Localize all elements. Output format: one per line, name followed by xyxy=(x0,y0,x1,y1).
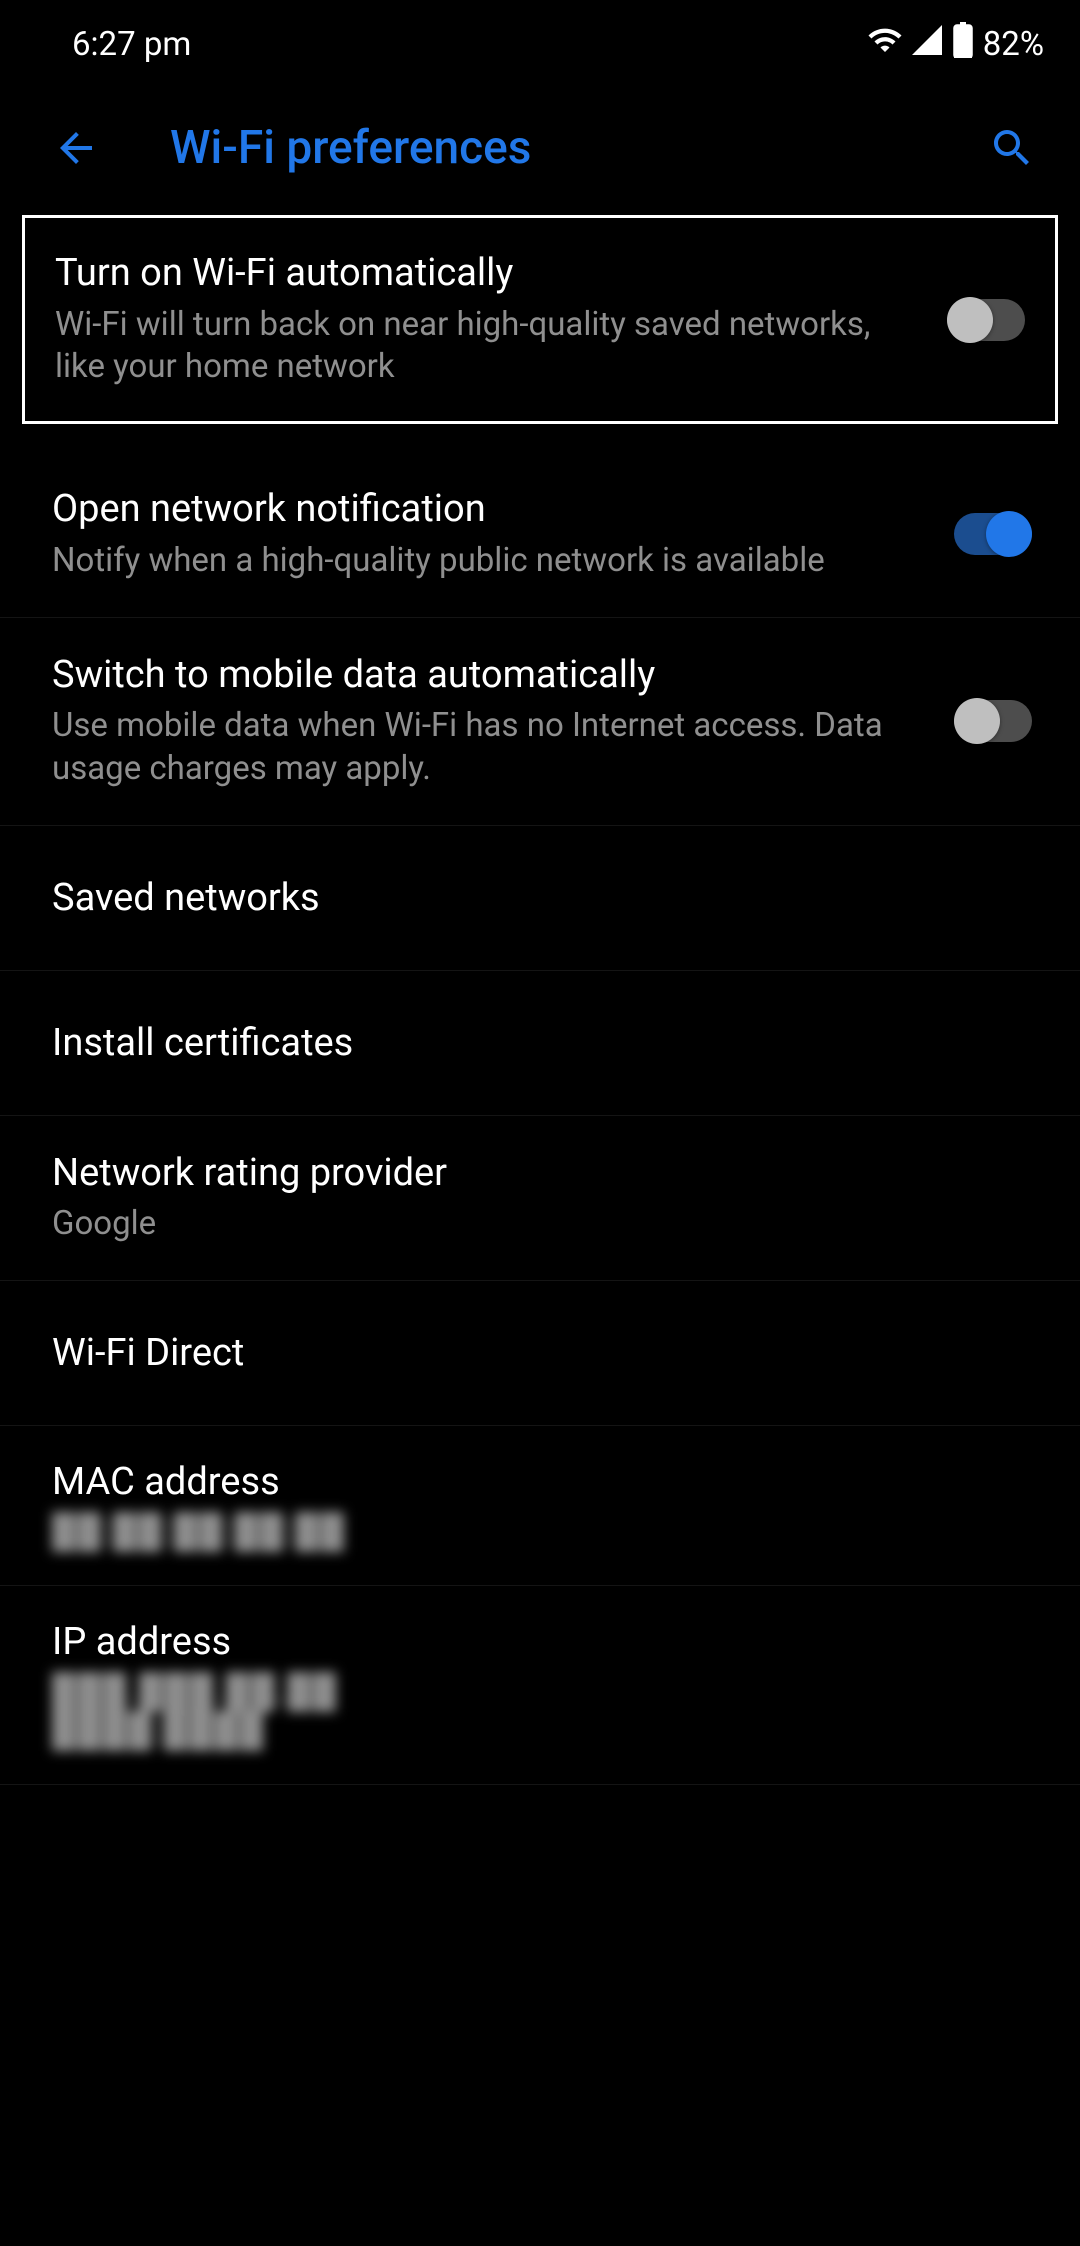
pref-subtitle: Notify when a high-quality public networ… xyxy=(52,540,934,583)
battery-icon xyxy=(951,22,975,67)
pref-install-certificates[interactable]: Install certificates xyxy=(0,971,1080,1116)
pref-open-network-notify[interactable]: Open network notification Notify when a … xyxy=(0,452,1080,617)
toggle-knob xyxy=(947,297,993,343)
pref-network-rating-provider[interactable]: Network rating provider Google xyxy=(0,1116,1080,1281)
mac-address-value: ██:██:██:██:██ xyxy=(52,1512,346,1551)
pref-subtitle: Google xyxy=(52,1203,1012,1246)
status-icons: 82% xyxy=(867,22,1044,67)
preferences-list: Turn on Wi-Fi automatically Wi-Fi will t… xyxy=(0,215,1080,1785)
battery-percent: 82% xyxy=(983,25,1044,64)
pref-title: Saved networks xyxy=(52,876,1032,920)
highlighted-preference: Turn on Wi-Fi automatically Wi-Fi will t… xyxy=(22,215,1058,424)
pref-mobile-data-auto[interactable]: Switch to mobile data automatically Use … xyxy=(0,618,1080,826)
pref-mac-address[interactable]: MAC address ██:██:██:██:██ xyxy=(0,1426,1080,1586)
back-button[interactable] xyxy=(50,122,102,174)
toggle-knob xyxy=(986,511,1032,557)
pref-title: Switch to mobile data automatically xyxy=(52,652,934,700)
pref-title: Install certificates xyxy=(52,1021,1032,1065)
pref-title: Wi-Fi Direct xyxy=(52,1331,1032,1375)
pref-subtitle: Wi-Fi will turn back on near high-qualit… xyxy=(55,304,927,390)
search-button[interactable] xyxy=(986,122,1038,174)
pref-title: IP address xyxy=(52,1620,1032,1664)
mobile-data-toggle[interactable] xyxy=(954,700,1032,742)
toggle-knob xyxy=(954,698,1000,744)
app-header: Wi-Fi preferences xyxy=(0,79,1080,215)
status-time: 6:27 pm xyxy=(72,25,191,64)
arrow-back-icon xyxy=(52,124,100,172)
pref-title: Open network notification xyxy=(52,486,934,534)
search-icon xyxy=(988,124,1036,172)
pref-saved-networks[interactable]: Saved networks xyxy=(0,826,1080,971)
pref-subtitle: Use mobile data when Wi-Fi has no Intern… xyxy=(52,705,934,791)
auto-wifi-toggle[interactable] xyxy=(947,299,1025,341)
pref-ip-address[interactable]: IP address ███.███.██.██ ████:████ xyxy=(0,1586,1080,1785)
pref-title: Network rating provider xyxy=(52,1150,1012,1198)
pref-wifi-direct[interactable]: Wi-Fi Direct xyxy=(0,1281,1080,1426)
cellular-icon xyxy=(909,22,945,67)
pref-auto-wifi[interactable]: Turn on Wi-Fi automatically Wi-Fi will t… xyxy=(25,218,1055,421)
wifi-icon xyxy=(867,22,903,67)
status-bar: 6:27 pm 82% xyxy=(0,0,1080,79)
ip-address-value: ███.███.██.██ ████:████ xyxy=(52,1672,338,1750)
page-title: Wi-Fi preferences xyxy=(170,121,986,175)
open-notify-toggle[interactable] xyxy=(954,513,1032,555)
pref-title: Turn on Wi-Fi automatically xyxy=(55,250,927,298)
pref-title: MAC address xyxy=(52,1460,1032,1504)
